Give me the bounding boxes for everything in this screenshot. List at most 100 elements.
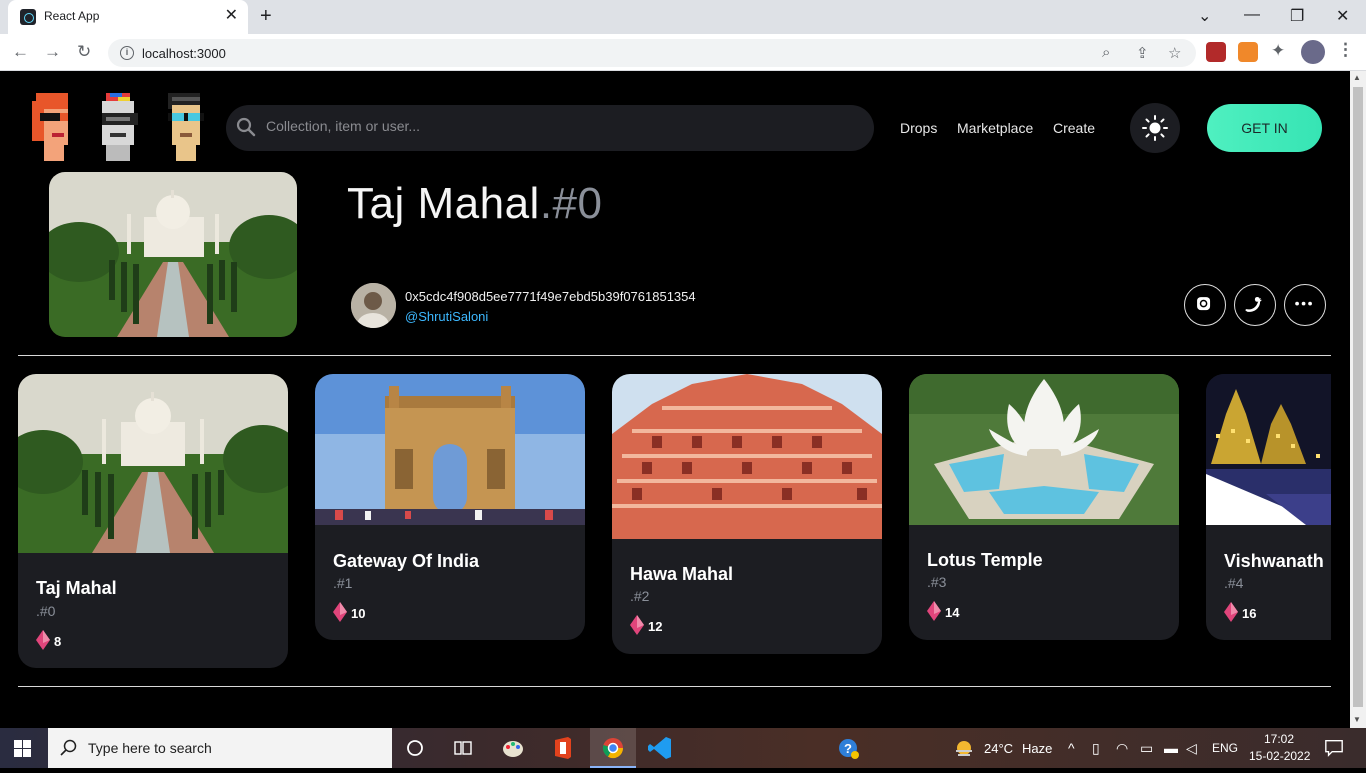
- search-input[interactable]: [266, 118, 846, 134]
- forward-icon[interactable]: →: [44, 42, 61, 62]
- card-image-gateway-of-india: [315, 374, 585, 525]
- scroll-up-icon[interactable]: ▲: [1353, 73, 1361, 82]
- cortana-icon: [407, 740, 423, 756]
- browser-menu-icon[interactable]: ⋮: [1337, 40, 1354, 60]
- owner-handle-link[interactable]: @ShrutiSaloni: [405, 309, 488, 324]
- card-image-hawa-mahal: [612, 374, 882, 539]
- nft-card[interactable]: Hawa Mahal .#2 12: [612, 374, 882, 654]
- theme-toggle-button[interactable]: [1130, 103, 1180, 153]
- card-id: .#3: [927, 574, 947, 590]
- nft-card[interactable]: Taj Mahal .#0 8: [18, 374, 288, 668]
- nft-title-id: .#0: [539, 179, 603, 228]
- card-image-lotus-temple: [909, 374, 1179, 525]
- task-view-button[interactable]: [440, 728, 486, 768]
- notification-center-icon[interactable]: [1324, 738, 1344, 758]
- task-view-icon: [454, 741, 472, 755]
- share-icon[interactable]: ⇪: [1136, 44, 1149, 62]
- weather-haze-icon[interactable]: [953, 737, 975, 759]
- ethereum-icon: [630, 615, 644, 635]
- ethereum-icon: [1224, 602, 1238, 622]
- card-price: 14: [945, 605, 960, 620]
- nft-card-list: Taj Mahal .#0 8 Gateway Of India .#1 10 …: [18, 374, 1331, 674]
- punk-logo-2-icon[interactable]: [94, 93, 142, 161]
- punk-logo-3-icon[interactable]: [160, 93, 208, 161]
- back-icon[interactable]: ←: [12, 42, 29, 62]
- volume-icon[interactable]: ◁: [1186, 740, 1197, 757]
- site-info-icon[interactable]: i: [120, 46, 134, 60]
- vscode-app-button[interactable]: [638, 728, 684, 768]
- nav-drops[interactable]: Drops: [900, 120, 937, 136]
- chrome-app-button[interactable]: [590, 728, 636, 768]
- extension-red-icon[interactable]: [1206, 42, 1226, 62]
- clock-time[interactable]: 17:02: [1264, 732, 1294, 746]
- nav-create[interactable]: Create: [1053, 120, 1095, 136]
- get-in-button[interactable]: GET IN: [1207, 104, 1322, 152]
- minimize-button[interactable]: —: [1244, 6, 1260, 24]
- help-icon: ?: [839, 739, 859, 759]
- tab-close-icon[interactable]: ✕: [225, 8, 238, 24]
- windows-start-icon[interactable]: [14, 740, 31, 757]
- office-app-button[interactable]: [540, 728, 586, 768]
- scroll-down-icon[interactable]: ▼: [1353, 715, 1361, 724]
- metamask-fox-icon[interactable]: [1238, 42, 1258, 62]
- extensions-puzzle-icon[interactable]: ✦: [1271, 41, 1285, 61]
- tray-device-icon[interactable]: ▯: [1092, 740, 1100, 757]
- bookmark-star-icon[interactable]: ☆: [1168, 44, 1181, 62]
- browser-tab[interactable]: React App ✕: [8, 0, 248, 34]
- new-tab-button[interactable]: +: [260, 5, 272, 28]
- card-id: .#4: [1224, 575, 1244, 591]
- owner-avatar[interactable]: [351, 283, 396, 328]
- clock-date[interactable]: 15-02-2022: [1249, 749, 1310, 763]
- close-window-button[interactable]: ✕: [1336, 6, 1349, 26]
- profile-avatar[interactable]: [1301, 40, 1325, 64]
- search-bar[interactable]: [226, 105, 874, 151]
- cortana-button[interactable]: [392, 728, 438, 768]
- maximize-button[interactable]: ❐: [1290, 6, 1304, 26]
- owner-address[interactable]: 0x5cdc4f908d5ee7771f49e7ebd5b39f07618513…: [405, 289, 696, 304]
- browser-tabbar: React App ✕ + ⌄ — ❐ ✕: [0, 0, 1366, 34]
- card-title: Gateway Of India: [333, 551, 480, 571]
- ethereum-icon: [36, 630, 50, 650]
- svg-text:?: ?: [844, 741, 852, 756]
- language-indicator[interactable]: ENG: [1212, 741, 1238, 755]
- instagram-button[interactable]: [1184, 284, 1226, 326]
- taskbar-search-icon: [60, 739, 77, 756]
- ethereum-icon: [927, 601, 941, 621]
- nav-marketplace[interactable]: Marketplace: [957, 120, 1033, 136]
- address-bar[interactable]: i localhost:3000 ⌕ ⇪ ☆: [108, 39, 1196, 67]
- url-text[interactable]: localhost:3000: [142, 46, 226, 61]
- twitter-button[interactable]: [1234, 284, 1276, 326]
- card-title: Taj Mahal: [36, 578, 117, 598]
- nft-card[interactable]: Gateway Of India .#1 10: [315, 374, 585, 640]
- taskbar-search-box[interactable]: Type here to search: [48, 728, 392, 768]
- page-scrollbar[interactable]: ▲ ▼: [1350, 71, 1366, 728]
- weather-desc[interactable]: Haze: [1022, 741, 1052, 756]
- battery-icon[interactable]: ▬: [1164, 740, 1178, 756]
- bottom-divider: [18, 686, 1331, 687]
- card-id: .#1: [333, 575, 353, 591]
- weather-temp[interactable]: 24°C: [984, 741, 1013, 756]
- tray-display-icon[interactable]: ▭: [1140, 740, 1153, 757]
- zoom-icon[interactable]: ⌕: [1102, 44, 1110, 61]
- card-price: 12: [648, 619, 663, 634]
- top-divider: [18, 355, 1331, 356]
- more-options-button[interactable]: [1284, 284, 1326, 326]
- sun-icon: [1142, 115, 1168, 141]
- card-price: 10: [351, 606, 366, 621]
- paint-app-button[interactable]: [490, 728, 536, 768]
- card-id: .#0: [36, 603, 56, 619]
- help-app-button[interactable]: ?: [826, 728, 872, 768]
- scroll-thumb[interactable]: [1353, 87, 1363, 707]
- tab-search-icon[interactable]: ⌄: [1198, 6, 1211, 26]
- card-price: 16: [1242, 606, 1257, 621]
- reload-icon[interactable]: ↻: [77, 42, 91, 62]
- wifi-icon[interactable]: ◠: [1116, 740, 1128, 757]
- nft-card[interactable]: Vishwanath .#4 16: [1206, 374, 1331, 640]
- instagram-icon: [1197, 297, 1211, 311]
- punk-logo-1-icon[interactable]: [28, 93, 76, 161]
- hero-nft-image: [49, 172, 297, 337]
- ethereum-icon: [333, 602, 347, 622]
- taskbar-search-placeholder: Type here to search: [88, 740, 212, 756]
- nft-card[interactable]: Lotus Temple .#3 14: [909, 374, 1179, 640]
- tray-chevron-up-icon[interactable]: ^: [1068, 740, 1075, 756]
